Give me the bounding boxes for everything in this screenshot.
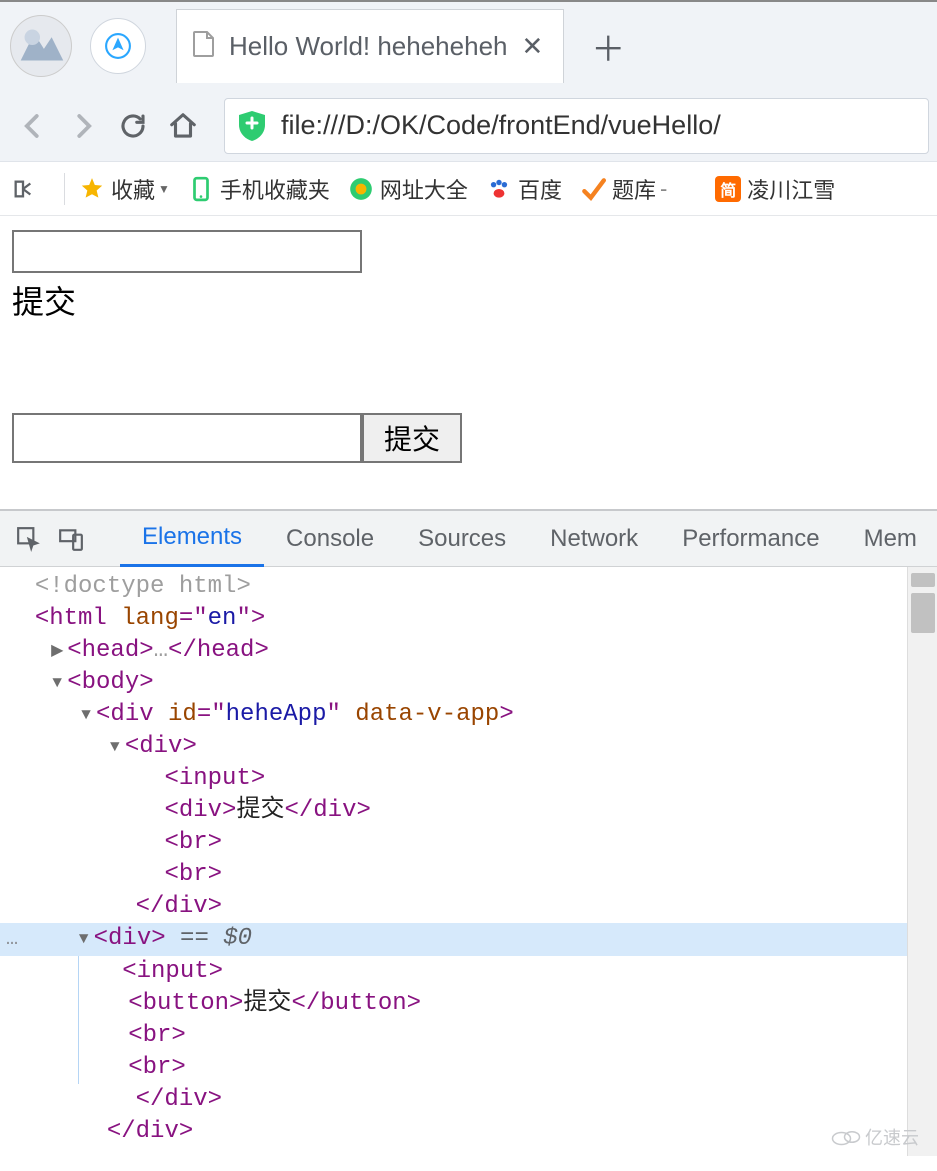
scroll-thumb[interactable] — [911, 593, 935, 633]
collapse-icon[interactable]: ▼ — [76, 923, 92, 955]
bookmark-label: 手机收藏夹 — [220, 173, 330, 205]
tab-network[interactable]: Network — [528, 511, 660, 567]
tab-performance[interactable]: Performance — [660, 511, 841, 567]
close-icon[interactable]: ✕ — [507, 31, 543, 62]
browser-tab[interactable]: Hello World! heheheheh ✕ — [176, 9, 564, 83]
globe-icon — [348, 176, 374, 202]
bookmark-favorites[interactable]: 收藏 ▼ — [79, 173, 170, 205]
bookmarks-bar: 收藏 ▼ 手机收藏夹 网址大全 百度 题库 - 简 凌川江雪 — [0, 162, 937, 216]
back-button[interactable] — [8, 101, 58, 151]
tab-sources[interactable]: Sources — [396, 511, 528, 567]
chevron-down-icon: ▼ — [158, 182, 170, 196]
collapse-icon[interactable]: ▼ — [78, 699, 94, 731]
bookmark-label: 收藏 — [111, 173, 155, 205]
text-input-2[interactable] — [12, 413, 362, 463]
url-text: file:///D:/OK/Code/frontEnd/vueHello/ — [281, 110, 721, 141]
elements-tree[interactable]: <!doctype html> <html lang="en"> ▶<head>… — [0, 567, 907, 1156]
home-button[interactable] — [158, 101, 208, 151]
expand-icon[interactable]: ▶ — [49, 635, 65, 667]
scrollbar[interactable] — [907, 567, 937, 1156]
scroll-up-icon[interactable] — [911, 573, 935, 587]
reload-button[interactable] — [108, 101, 158, 151]
page-content: 提交 提交 — [0, 216, 937, 473]
bookmark-sites[interactable]: 网址大全 — [348, 173, 468, 205]
divider — [64, 173, 65, 205]
text-input-1[interactable] — [12, 230, 362, 273]
tab-memory[interactable]: Mem — [842, 511, 937, 567]
bookmark-label: 凌川江雪 — [747, 173, 835, 205]
bookmark-tiku[interactable]: 题库 - — [580, 173, 667, 205]
collapse-icon[interactable]: ▼ — [107, 731, 123, 763]
devtools-body: <!doctype html> <html lang="en"> ▶<head>… — [0, 567, 937, 1156]
submit-button[interactable]: 提交 — [362, 413, 462, 463]
selected-node[interactable]: … ▼<div> == $0 — [0, 923, 907, 956]
tab-console[interactable]: Console — [264, 511, 396, 567]
compass-icon[interactable] — [90, 18, 146, 74]
check-icon — [580, 176, 606, 202]
profile-avatar[interactable] — [10, 15, 72, 77]
bookmark-label: 网址大全 — [380, 173, 468, 205]
bookmark-label: 题库 — [612, 173, 656, 205]
devtools-panel: Elements Console Sources Network Perform… — [0, 509, 937, 1156]
device-icon[interactable] — [58, 523, 84, 555]
devtools-tabs: Elements Console Sources Network Perform… — [0, 511, 937, 567]
paw-icon — [486, 176, 512, 202]
jian-icon: 简 — [715, 176, 741, 202]
extensions-icon[interactable] — [10, 176, 42, 202]
browser-titlebar: Hello World! heheheheh ✕ ＋ — [0, 2, 937, 90]
new-tab-button[interactable]: ＋ — [578, 22, 638, 71]
watermark-text: 亿速云 — [865, 1124, 919, 1150]
dom-doctype: <!doctype html> — [35, 573, 251, 600]
submit-text: 提交 — [12, 277, 925, 323]
forward-button[interactable] — [58, 101, 108, 151]
phone-icon — [188, 176, 214, 202]
url-bar[interactable]: file:///D:/OK/Code/frontEnd/vueHello/ — [224, 98, 929, 154]
collapse-icon[interactable]: ▼ — [49, 667, 65, 699]
bookmark-baidu[interactable]: 百度 — [486, 173, 562, 205]
bookmark-lingchuan[interactable]: 简 凌川江雪 — [715, 173, 835, 205]
tab-title: Hello World! heheheheh — [229, 31, 507, 62]
star-icon — [79, 176, 105, 202]
file-icon — [193, 31, 215, 62]
tab-elements[interactable]: Elements — [120, 511, 264, 567]
form-block-2: 提交 — [12, 413, 925, 463]
browser-navbar: file:///D:/OK/Code/frontEnd/vueHello/ — [0, 90, 937, 162]
bookmark-label: 百度 — [518, 173, 562, 205]
bookmark-suffix: - — [660, 176, 667, 202]
form-block-1: 提交 — [12, 230, 925, 323]
watermark: 亿速云 — [831, 1124, 919, 1150]
shield-icon — [235, 109, 269, 143]
bookmark-mobile[interactable]: 手机收藏夹 — [188, 173, 330, 205]
inspect-icon[interactable] — [16, 523, 42, 555]
